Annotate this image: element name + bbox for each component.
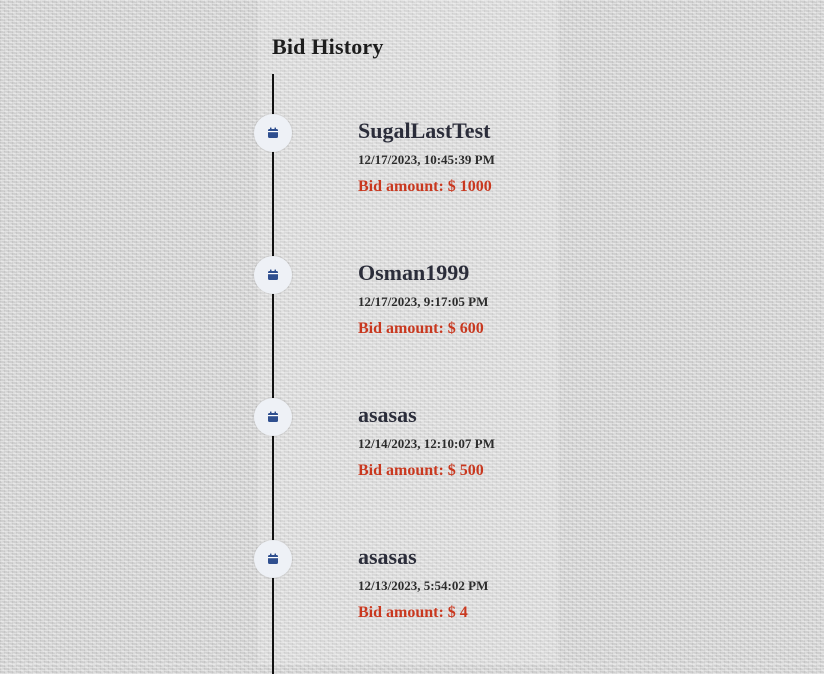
bid-timestamp: 12/17/2023, 9:17:05 PM (358, 294, 489, 309)
calendar-icon (268, 127, 278, 138)
calendar-icon (268, 269, 278, 280)
calendar-icon (268, 411, 278, 422)
bid-amount: Bid amount: $ 1000 (358, 178, 492, 195)
bidder-name: asasas (358, 402, 417, 427)
bidder-name: asasas (358, 544, 417, 569)
bidder-name: SugalLastTest (358, 118, 491, 143)
bid-timestamp: 12/14/2023, 12:10:07 PM (358, 436, 495, 451)
timeline-item: asasas 12/14/2023, 12:10:07 PM Bid amoun… (254, 398, 554, 518)
timeline-item: SugalLastTest 12/17/2023, 10:45:39 PM Bi… (254, 114, 554, 234)
timeline-item: asasas 12/13/2023, 5:54:02 PM Bid amount… (254, 540, 554, 660)
timeline-dot (254, 398, 292, 436)
timeline-dot (254, 256, 292, 294)
bid-amount: Bid amount: $ 500 (358, 462, 484, 479)
bid-timestamp: 12/13/2023, 5:54:02 PM (358, 578, 489, 593)
bid-amount: Bid amount: $ 4 (358, 604, 468, 621)
timeline-dot (254, 114, 292, 152)
timeline-item: Osman1999 12/17/2023, 9:17:05 PM Bid amo… (254, 256, 554, 376)
bid-timestamp: 12/17/2023, 10:45:39 PM (358, 152, 495, 167)
bidder-name: Osman1999 (358, 260, 470, 285)
bid-amount: Bid amount: $ 600 (358, 320, 484, 337)
timeline-dot (254, 540, 292, 578)
calendar-icon (268, 553, 278, 564)
page-title: Bid History (272, 34, 384, 59)
